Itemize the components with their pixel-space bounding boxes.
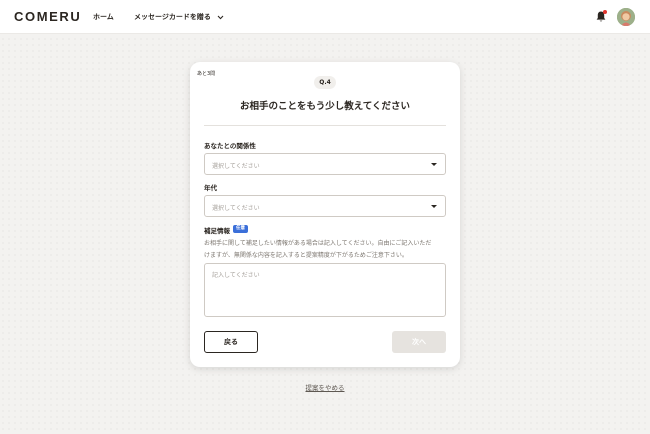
relationship-select[interactable]: 選択してください <box>204 153 446 175</box>
dropdown-arrow-icon <box>431 205 437 208</box>
relationship-select-value: 選択してください <box>212 163 260 170</box>
supplement-label: 補足情報 <box>204 227 230 235</box>
notification-dot <box>603 10 607 14</box>
divider <box>204 125 446 126</box>
nav-home-link[interactable]: ホーム <box>93 12 114 22</box>
remaining-questions: あと3問 <box>197 71 216 77</box>
nav-send-message-card-label: メッセージカードを贈る <box>134 13 211 21</box>
supplement-placeholder: 記入してください <box>212 272 260 279</box>
back-button[interactable]: 戻る <box>204 331 258 353</box>
supplement-note-line: けますが、無関係な内容を記入すると提案精度が下がるためご注意下さい。 <box>204 252 408 259</box>
avatar-image <box>617 8 635 26</box>
question-card: あと3問 Q.4 お相手のことをもう少し教えてください あなたとの関係性 選択し… <box>190 62 460 367</box>
comeru-logo[interactable]: COMERU <box>14 9 81 24</box>
optional-badge: 任意 <box>233 225 248 233</box>
age-group-select-value: 選択してください <box>212 205 260 212</box>
quit-proposal-link[interactable]: 提案をやめる <box>306 384 345 392</box>
quit-proposal-container: 提案をやめる <box>0 382 650 392</box>
relationship-label: あなたとの関係性 <box>204 142 256 150</box>
supplement-note: お相手に関して補足したい情報がある場合は記入してください。自由にご記入いただ け… <box>204 238 446 262</box>
question-title: お相手のことをもう少し教えてください <box>240 101 410 112</box>
question-number-badge: Q.4 <box>314 76 336 89</box>
chevron-down-icon <box>217 15 224 19</box>
user-avatar[interactable] <box>617 8 635 26</box>
top-header: COMERU ホーム メッセージカードを贈る <box>0 0 650 34</box>
age-group-label: 年代 <box>204 184 217 192</box>
age-group-select[interactable]: 選択してください <box>204 195 446 217</box>
dropdown-arrow-icon <box>431 163 437 166</box>
supplement-textarea[interactable]: 記入してください <box>204 263 446 317</box>
nav-send-message-card[interactable]: メッセージカードを贈る <box>134 12 224 22</box>
supplement-note-line: お相手に関して補足したい情報がある場合は記入してください。自由にご記入いただ <box>204 240 432 247</box>
next-button[interactable]: 次へ <box>392 331 446 353</box>
